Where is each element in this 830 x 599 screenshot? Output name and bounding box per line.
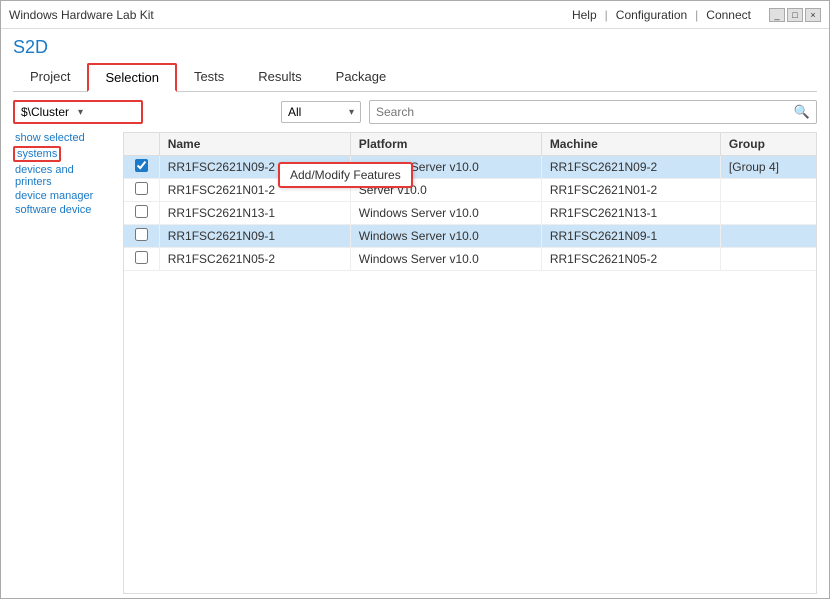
row-name: RR1FSC2621N13-1 xyxy=(159,202,350,225)
tab-selection[interactable]: Selection xyxy=(87,63,176,92)
table-row[interactable]: RR1FSC2621N13-1Windows Server v10.0RR1FS… xyxy=(124,202,816,225)
sidebar-devices-printers[interactable]: devices and printers xyxy=(13,164,115,188)
table-row[interactable]: RR1FSC2621N09-2Windows Server v10.0RR1FS… xyxy=(124,156,816,179)
app-title-bar: Windows Hardware Lab Kit xyxy=(9,8,154,22)
row-name: RR1FSC2621N09-1 xyxy=(159,225,350,248)
row-group: [Group 4] xyxy=(720,156,816,179)
minimize-button[interactable]: _ xyxy=(769,8,785,22)
sidebar-device-manager[interactable]: device manager xyxy=(13,190,115,202)
filter-dropdown-arrow: ▾ xyxy=(349,107,354,118)
row-checkbox[interactable] xyxy=(135,159,148,172)
col-header-platform: Platform xyxy=(350,133,541,156)
row-platform: Windows Server v10.0 xyxy=(350,225,541,248)
row-group xyxy=(720,179,816,202)
table-row[interactable]: RR1FSC2621N01-2Server v10.0RR1FSC2621N01… xyxy=(124,179,816,202)
sidebar: show selected systems devices and printe… xyxy=(13,132,123,594)
col-header-machine: Machine xyxy=(541,133,720,156)
cluster-dropdown-value: $\Cluster xyxy=(21,105,78,119)
row-machine: RR1FSC2621N09-2 xyxy=(541,156,720,179)
row-machine: RR1FSC2621N05-2 xyxy=(541,248,720,271)
content-area: Add/Modify Features Name Platform Machin… xyxy=(123,132,817,594)
col-header-group: Group xyxy=(720,133,816,156)
row-checkbox-cell xyxy=(124,202,159,225)
main-window: Windows Hardware Lab Kit Help | Configur… xyxy=(0,0,830,599)
maximize-button[interactable]: □ xyxy=(787,8,803,22)
row-platform: Windows Server v10.0 xyxy=(350,202,541,225)
filter-dropdown[interactable]: All ▾ xyxy=(281,101,361,123)
sidebar-systems[interactable]: systems xyxy=(13,146,61,162)
separator-1: | xyxy=(605,8,608,22)
toolbar: $\Cluster ▾ All ▾ 🔍 xyxy=(13,100,817,124)
table-row[interactable]: RR1FSC2621N09-1Windows Server v10.0RR1FS… xyxy=(124,225,816,248)
tab-tests[interactable]: Tests xyxy=(177,63,241,92)
separator-2: | xyxy=(695,8,698,22)
row-group xyxy=(720,202,816,225)
close-button[interactable]: × xyxy=(805,8,821,22)
tab-results[interactable]: Results xyxy=(241,63,318,92)
row-checkbox[interactable] xyxy=(135,182,148,195)
row-checkbox[interactable] xyxy=(135,205,148,218)
tab-project[interactable]: Project xyxy=(13,63,87,92)
devices-table: Name Platform Machine Group RR1FSC2621N0… xyxy=(124,133,816,271)
cluster-dropdown-arrow: ▾ xyxy=(78,107,135,118)
table-body: RR1FSC2621N09-2Windows Server v10.0RR1FS… xyxy=(124,156,816,271)
row-checkbox[interactable] xyxy=(135,251,148,264)
row-checkbox-cell xyxy=(124,248,159,271)
app-section-title: S2D xyxy=(13,37,817,58)
configuration-link[interactable]: Configuration xyxy=(616,8,687,22)
sidebar-software-device[interactable]: software device xyxy=(13,204,115,216)
row-group xyxy=(720,248,816,271)
row-name: RR1FSC2621N05-2 xyxy=(159,248,350,271)
cluster-dropdown[interactable]: $\Cluster ▾ xyxy=(13,100,143,124)
row-checkbox-cell xyxy=(124,225,159,248)
title-bar: Windows Hardware Lab Kit Help | Configur… xyxy=(1,1,829,29)
row-machine: RR1FSC2621N13-1 xyxy=(541,202,720,225)
col-header-checkbox xyxy=(124,133,159,156)
row-machine: RR1FSC2621N09-1 xyxy=(541,225,720,248)
app-content: S2D Project Selection Tests Results Pack… xyxy=(1,29,829,598)
filter-dropdown-value: All xyxy=(288,105,301,119)
connect-link[interactable]: Connect xyxy=(706,8,751,22)
table-header-row: Name Platform Machine Group xyxy=(124,133,816,156)
row-machine: RR1FSC2621N01-2 xyxy=(541,179,720,202)
sidebar-show-selected[interactable]: show selected xyxy=(13,132,115,144)
row-checkbox[interactable] xyxy=(135,228,148,241)
row-platform: Windows Server v10.0 xyxy=(350,248,541,271)
row-checkbox-cell xyxy=(124,179,159,202)
tab-package[interactable]: Package xyxy=(319,63,404,92)
window-controls: _ □ × xyxy=(769,8,821,22)
add-modify-features-button[interactable]: Add/Modify Features xyxy=(278,162,413,188)
main-area: show selected systems devices and printe… xyxy=(13,132,817,594)
row-checkbox-cell xyxy=(124,156,159,179)
col-header-name: Name xyxy=(159,133,350,156)
search-input[interactable] xyxy=(376,105,794,119)
help-link[interactable]: Help xyxy=(572,8,597,22)
search-icon: 🔍 xyxy=(794,104,810,120)
tab-bar: Project Selection Tests Results Package xyxy=(13,62,817,92)
table-row[interactable]: RR1FSC2621N05-2Windows Server v10.0RR1FS… xyxy=(124,248,816,271)
search-box[interactable]: 🔍 xyxy=(369,100,817,124)
row-group xyxy=(720,225,816,248)
title-bar-nav: Help | Configuration | Connect _ □ × xyxy=(572,8,821,22)
table-container: Name Platform Machine Group RR1FSC2621N0… xyxy=(123,132,817,594)
